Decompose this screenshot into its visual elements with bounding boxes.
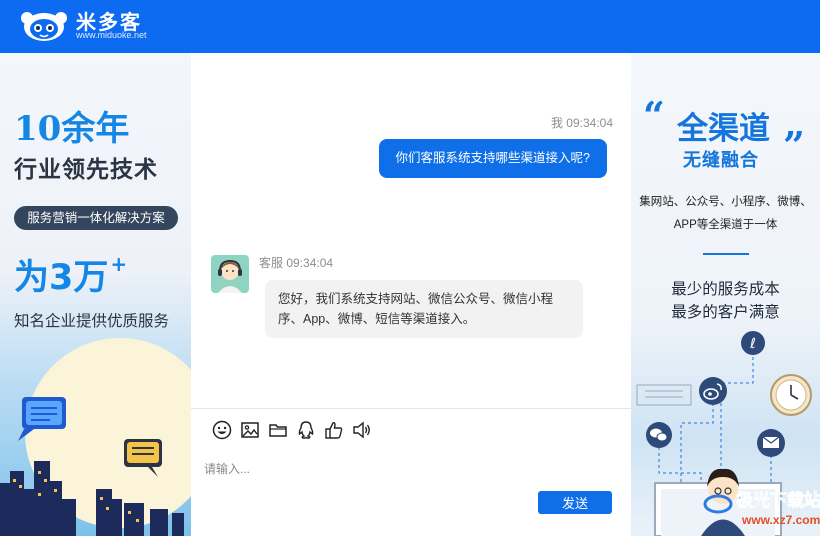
quote-open-mark: “ <box>643 93 665 138</box>
send-button[interactable]: 发送 <box>538 491 612 514</box>
promo-channels-line1: 集网站、公众号、小程序、微博、 <box>639 196 812 208</box>
folder-icon[interactable] <box>267 419 289 441</box>
promo-count-plus: + <box>110 252 128 276</box>
promo-divider <box>703 253 749 255</box>
composer-toolbar <box>211 419 373 441</box>
promo-lead: 行业领先技术 <box>14 157 158 183</box>
promo-pill: 服务营销一体化解决方案 <box>14 206 178 230</box>
promo-count: 为3万 + <box>14 249 127 300</box>
quote-close-mark: ” <box>783 123 805 168</box>
speaker-icon[interactable] <box>351 419 373 441</box>
agent-avatar <box>211 255 249 293</box>
promo-cost-line2: 最多的客户满意 <box>671 304 780 321</box>
qq-icon[interactable] <box>295 419 317 441</box>
promo-cost-line1: 最少的服务成本 <box>671 281 780 298</box>
message-input[interactable] <box>204 449 614 489</box>
skyline-outline <box>636 384 692 406</box>
wechat-channel-icon <box>646 422 672 448</box>
site-watermark: 极光下载站 www.xz7.com <box>703 490 820 527</box>
promo-title: 全渠道 <box>677 111 770 147</box>
city-skyline-illustration <box>0 338 191 536</box>
composer: 发送 <box>191 408 631 536</box>
agent-message-meta: 客服 09:34:04 <box>259 256 334 270</box>
app-header: 米多客 www.miduoke.net <box>0 0 820 53</box>
image-icon[interactable] <box>239 419 261 441</box>
left-promo-banner: 10余年 行业领先技术 服务营销一体化解决方案 为3万 + 知名企业提供优质服务 <box>0 53 191 536</box>
emoji-icon[interactable] <box>211 419 233 441</box>
brand-url: www.miduoke.net <box>76 30 147 40</box>
thumbs-up-icon[interactable] <box>323 419 345 441</box>
promo-service: 知名企业提供优质服务 <box>14 312 170 330</box>
link-channel-icon: ℓ <box>741 331 765 355</box>
promo-count-text: 为3万 <box>14 258 109 298</box>
user-message-meta: 我 09:34:04 <box>550 116 613 130</box>
watermark-url: www.xz7.com <box>741 513 820 527</box>
mail-channel-icon <box>757 429 785 457</box>
svg-text:ℓ: ℓ <box>749 336 756 352</box>
watermark-text: 极光下载站 <box>736 490 820 511</box>
promo-channels-line2: APP等全渠道于一体 <box>673 219 778 231</box>
promo-subtitle: 无缝融合 <box>683 150 759 171</box>
weibo-channel-icon <box>699 377 727 405</box>
clock-illustration-icon <box>770 374 812 416</box>
chat-message-list[interactable]: 我 09:34:04 你们客服系统支持哪些渠道接入呢? 客服 09:34:04 … <box>191 53 631 408</box>
right-promo-banner: ℓ “ 全渠道 ” 无缝融合 集网站、公众号、小程序、微博、 APP等全渠道于一… <box>631 53 820 536</box>
user-message-bubble: 你们客服系统支持哪些渠道接入呢? <box>378 139 607 178</box>
promo-years: 10余年 <box>14 109 130 149</box>
agent-message-bubble: 您好，我们系统支持网站、微信公众号、微信小程序、App、微博、短信等渠道接入。 <box>265 280 583 338</box>
mascot-logo-icon <box>20 8 68 44</box>
